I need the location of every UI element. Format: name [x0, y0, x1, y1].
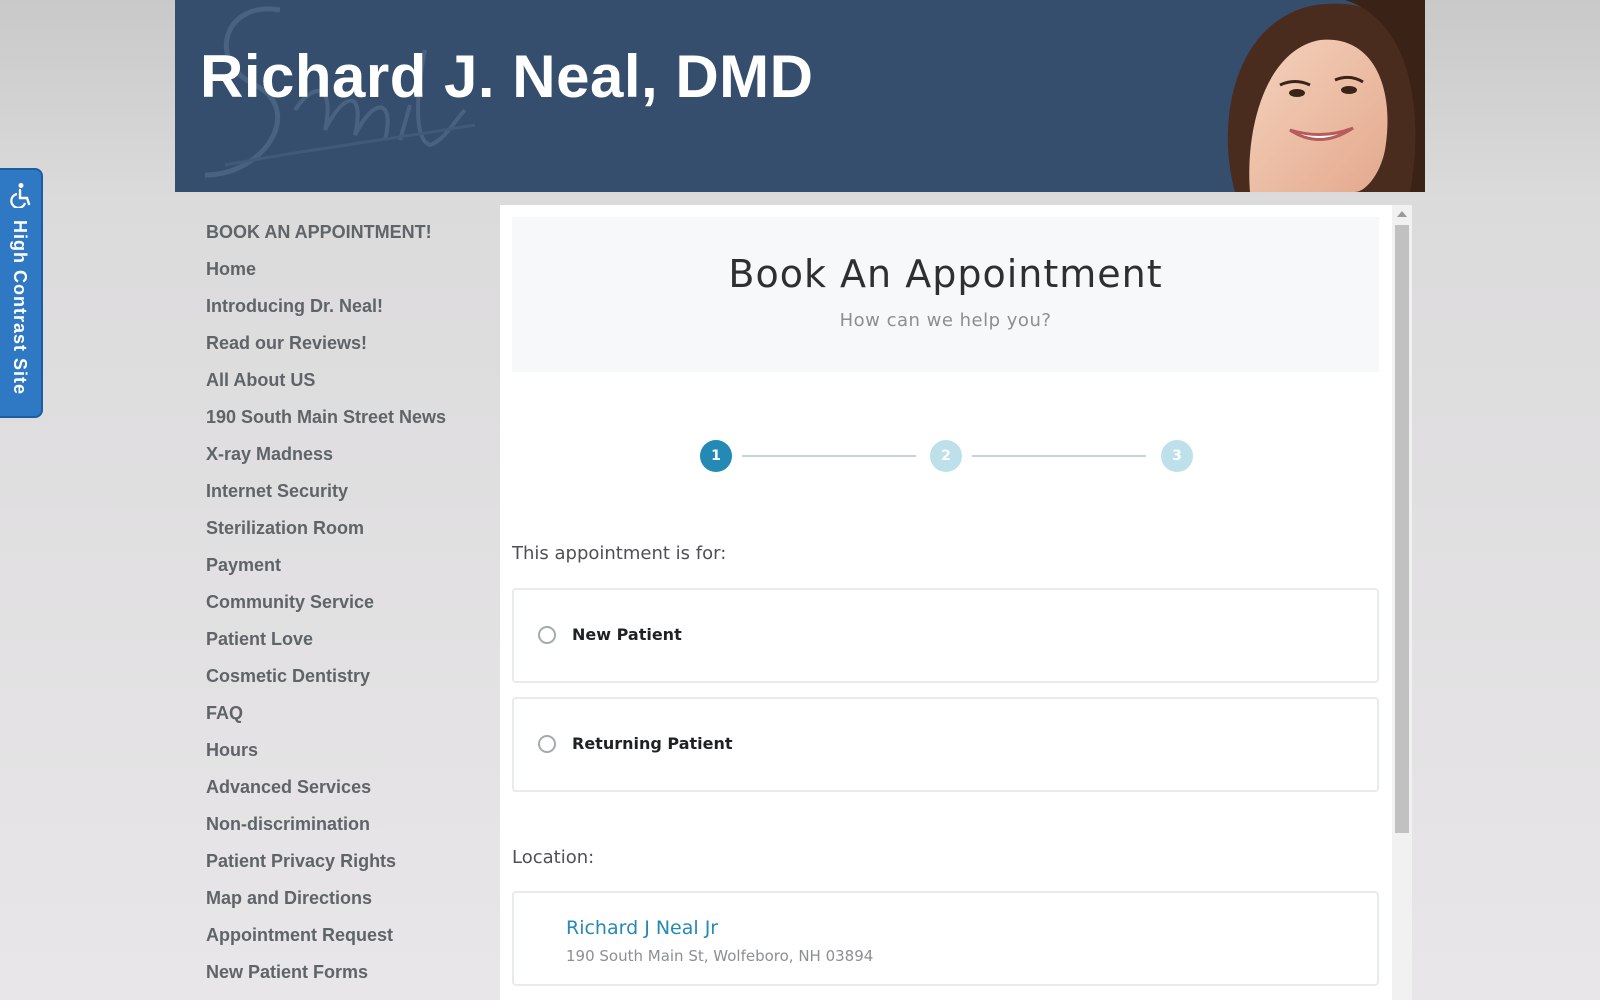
- sidebar-link[interactable]: Map and Directions: [206, 888, 372, 908]
- sidebar-item-sterilization: Sterilization Room: [206, 518, 446, 555]
- location-address: 190 South Main St, Wolfeboro, NH 03894: [566, 947, 874, 965]
- scroll-thumb[interactable]: [1395, 225, 1409, 833]
- sidebar-link[interactable]: Internet Security: [206, 481, 348, 501]
- wheelchair-icon: [10, 183, 31, 208]
- sidebar-link[interactable]: X-ray Madness: [206, 444, 333, 464]
- sidebar-item-map: Map and Directions: [206, 888, 446, 925]
- booking-subtitle: How can we help you?: [839, 310, 1052, 331]
- sidebar-item-internet-security: Internet Security: [206, 481, 446, 518]
- sidebar-item-non-discrimination: Non-discrimination: [206, 814, 446, 851]
- booking-widget: Book An Appointment How can we help you?…: [500, 205, 1412, 1000]
- location-name[interactable]: Richard J Neal Jr: [566, 917, 718, 939]
- vertical-scrollbar[interactable]: [1392, 205, 1412, 1000]
- option-returning-patient[interactable]: Returning Patient: [512, 697, 1379, 792]
- sidebar-item-payment: Payment: [206, 555, 446, 592]
- step-connector: [742, 455, 916, 457]
- sidebar-item-news: 190 South Main Street News: [206, 407, 446, 444]
- sidebar-link[interactable]: Non-discrimination: [206, 814, 370, 834]
- sidebar-link[interactable]: Sterilization Room: [206, 518, 364, 538]
- sidebar-item-faq: FAQ: [206, 703, 446, 740]
- step-2: 2: [930, 440, 962, 472]
- step-1: 1: [700, 440, 732, 472]
- sidebar-item-book-appointment: BOOK AN APPOINTMENT!: [206, 222, 446, 259]
- sidebar-link[interactable]: Patient Love: [206, 629, 313, 649]
- sidebar-link[interactable]: FAQ: [206, 703, 243, 723]
- sidebar-item-cosmetic: Cosmetic Dentistry: [206, 666, 446, 703]
- sidebar-link[interactable]: Introducing Dr. Neal!: [206, 296, 383, 316]
- radio-returning-patient[interactable]: [538, 735, 556, 753]
- radio-new-patient[interactable]: [538, 626, 556, 644]
- site-header: Richard J. Neal, DMD: [175, 0, 1425, 192]
- scroll-up-arrow-icon[interactable]: [1397, 211, 1407, 217]
- sidebar-nav: BOOK AN APPOINTMENT! Home Introducing Dr…: [206, 222, 446, 999]
- option-new-patient[interactable]: New Patient: [512, 588, 1379, 683]
- sidebar-link[interactable]: Appointment Request: [206, 925, 393, 945]
- sidebar-item-privacy: Patient Privacy Rights: [206, 851, 446, 888]
- sidebar-link[interactable]: Patient Privacy Rights: [206, 851, 396, 871]
- sidebar-link[interactable]: Hours: [206, 740, 258, 760]
- sidebar-item-new-patient-forms: New Patient Forms: [206, 962, 446, 999]
- sidebar-item-advanced: Advanced Services: [206, 777, 446, 814]
- sidebar-item-about: All About US: [206, 370, 446, 407]
- step-indicator: 1 2 3: [700, 440, 1200, 474]
- option-label: Returning Patient: [572, 734, 733, 753]
- sidebar-link[interactable]: Cosmetic Dentistry: [206, 666, 370, 686]
- sidebar-item-hours: Hours: [206, 740, 446, 777]
- sidebar-link[interactable]: Community Service: [206, 592, 374, 612]
- sidebar-link[interactable]: Read our Reviews!: [206, 333, 367, 353]
- sidebar-item-reviews: Read our Reviews!: [206, 333, 446, 370]
- sidebar-link[interactable]: Payment: [206, 555, 281, 575]
- sidebar-item-introducing: Introducing Dr. Neal!: [206, 296, 446, 333]
- high-contrast-label: High Contrast Site: [10, 220, 30, 396]
- sidebar-item-home: Home: [206, 259, 446, 296]
- option-label: New Patient: [572, 625, 682, 644]
- location-label: Location:: [512, 847, 595, 868]
- sidebar-link[interactable]: All About US: [206, 370, 315, 390]
- booking-title: Book An Appointment: [728, 252, 1163, 296]
- sidebar-link[interactable]: Home: [206, 259, 256, 279]
- appointment-for-label: This appointment is for:: [512, 543, 727, 564]
- smiling-woman-photo: [1195, 0, 1425, 192]
- booking-intro: Book An Appointment How can we help you?: [512, 217, 1379, 372]
- sidebar-item-xray: X-ray Madness: [206, 444, 446, 481]
- location-card[interactable]: Richard J Neal Jr 190 South Main St, Wol…: [512, 891, 1379, 986]
- sidebar-link[interactable]: Advanced Services: [206, 777, 371, 797]
- sidebar-item-patient-love: Patient Love: [206, 629, 446, 666]
- step-3: 3: [1161, 440, 1193, 472]
- sidebar-link[interactable]: 190 South Main Street News: [206, 407, 446, 427]
- high-contrast-toggle[interactable]: High Contrast Site: [0, 168, 43, 418]
- step-connector: [972, 455, 1146, 457]
- sidebar-item-community: Community Service: [206, 592, 446, 629]
- sidebar-link[interactable]: New Patient Forms: [206, 962, 368, 982]
- sidebar-link[interactable]: BOOK AN APPOINTMENT!: [206, 222, 432, 242]
- sidebar-item-appointment-request: Appointment Request: [206, 925, 446, 962]
- site-title: Richard J. Neal, DMD: [200, 43, 814, 110]
